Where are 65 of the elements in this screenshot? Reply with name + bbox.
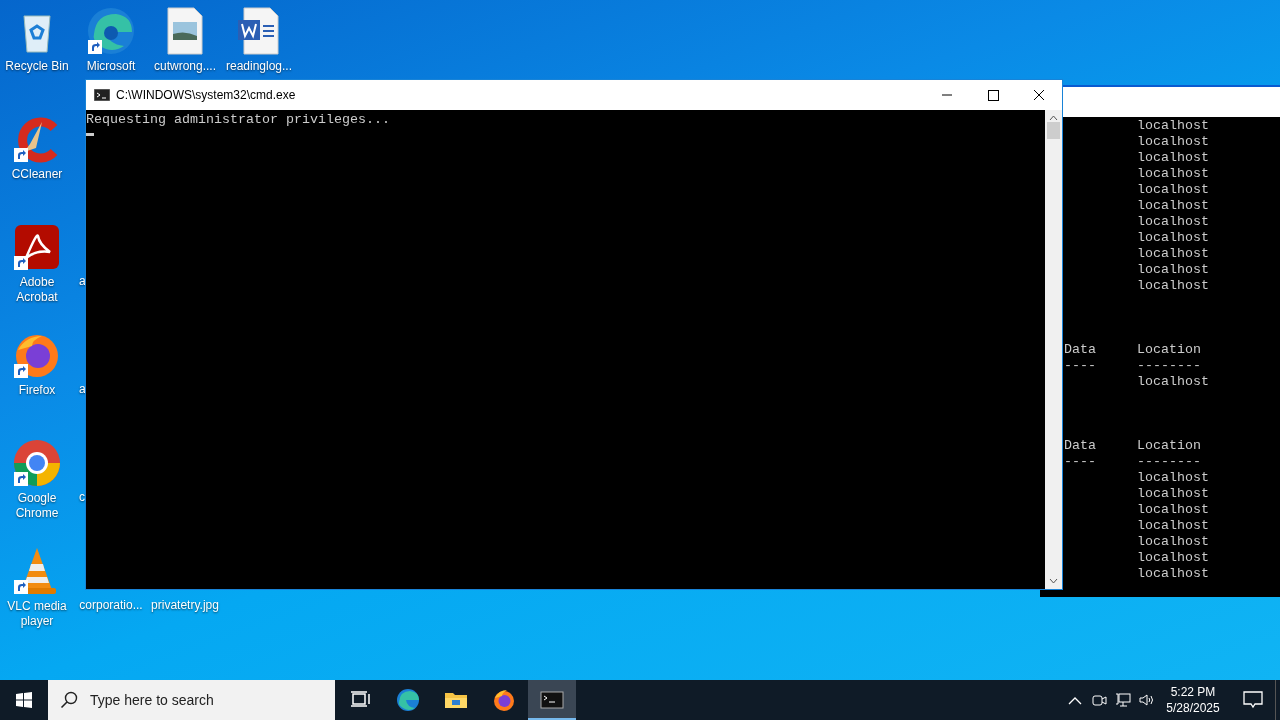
desktop-icon-label[interactable]: CCleaner [11, 167, 63, 182]
console-text: localhost [1137, 566, 1209, 582]
console-text: Location [1137, 438, 1201, 454]
scroll-up-icon[interactable] [1049, 115, 1058, 121]
volume-icon [1138, 691, 1156, 709]
maximize-icon [987, 89, 999, 101]
close-icon [1033, 89, 1045, 101]
scroll-down-icon[interactable] [1049, 578, 1058, 584]
console-text: localhost [1137, 534, 1209, 550]
console-text: Requesting administrator privileges... [86, 112, 391, 128]
console-text: Data [1064, 342, 1097, 358]
terminal-icon [94, 89, 110, 101]
console-text: Data [1064, 438, 1097, 454]
console-text: localhost [1137, 134, 1209, 150]
console-text: localhost [1137, 166, 1209, 182]
console-text: localhost [1137, 518, 1209, 534]
desktop-icon-label[interactable]: corporatio... [79, 598, 143, 613]
console-text: -------- [1137, 358, 1201, 374]
console-text: localhost [1137, 214, 1209, 230]
desktop-icon-label[interactable]: privatetry.jpg [151, 598, 219, 613]
desktop-icon-label[interactable]: cutwrong.... [154, 59, 216, 74]
console-text: localhost [1137, 198, 1209, 214]
clock-date[interactable]: 5/28/2025 [1163, 700, 1223, 716]
console-text: localhost [1137, 246, 1209, 262]
desktop-icon-label[interactable]: Recycle Bin [5, 59, 69, 74]
desktop-icon-label[interactable]: Microsoft [86, 59, 136, 74]
console-text: localhost [1137, 374, 1209, 390]
clock-time[interactable]: 5:22 PM [1163, 684, 1223, 700]
desktop-icon-label: c [79, 490, 85, 505]
windows-logo-icon [16, 692, 32, 708]
console-text: localhost [1137, 150, 1209, 166]
console-text: localhost [1137, 550, 1209, 566]
console-text: localhost [1137, 230, 1209, 246]
desktop-icon-label[interactable]: Firefox [18, 383, 56, 398]
console-text: localhost [1137, 502, 1209, 518]
network-icon [1114, 691, 1132, 709]
console-text: localhost [1137, 182, 1209, 198]
console-text: localhost [1137, 278, 1209, 294]
scrollbar[interactable] [1045, 110, 1062, 589]
console-text: ---- [1064, 358, 1097, 374]
edge-icon [396, 688, 420, 712]
console-text: localhost [1137, 262, 1209, 278]
acrobat-icon[interactable] [12, 222, 62, 272]
search-box[interactable]: Type here to search [48, 680, 335, 720]
console-text: localhost [1137, 118, 1209, 134]
desktop-icon-label[interactable]: readinglog... [225, 59, 292, 74]
console-text: Location [1137, 342, 1201, 358]
scroll-thumb[interactable] [1047, 122, 1060, 139]
taskbar-app-button[interactable] [528, 680, 576, 720]
desktop-icon-label: a [79, 274, 86, 289]
terminal-icon [540, 688, 564, 712]
search-field[interactable]: Type here to search [88, 688, 318, 712]
console-text: ---- [1064, 454, 1097, 470]
desktop-icon-label[interactable]: VLC media player [0, 599, 74, 629]
desktop-icon-label: a [79, 382, 86, 397]
desktop-icon-label[interactable]: Google Chrome [0, 491, 74, 521]
firefox-icon [492, 688, 516, 712]
search-icon [60, 691, 78, 709]
console-text: localhost [1137, 470, 1209, 486]
console-text: localhost [1137, 486, 1209, 502]
console-text: -------- [1137, 454, 1201, 470]
notification-icon [1243, 691, 1263, 709]
window-title: C:\WINDOWS\system32\cmd.exe [116, 87, 297, 104]
desktop-icon-label[interactable]: Adobe Acrobat [0, 275, 74, 305]
text-cursor [86, 133, 94, 136]
